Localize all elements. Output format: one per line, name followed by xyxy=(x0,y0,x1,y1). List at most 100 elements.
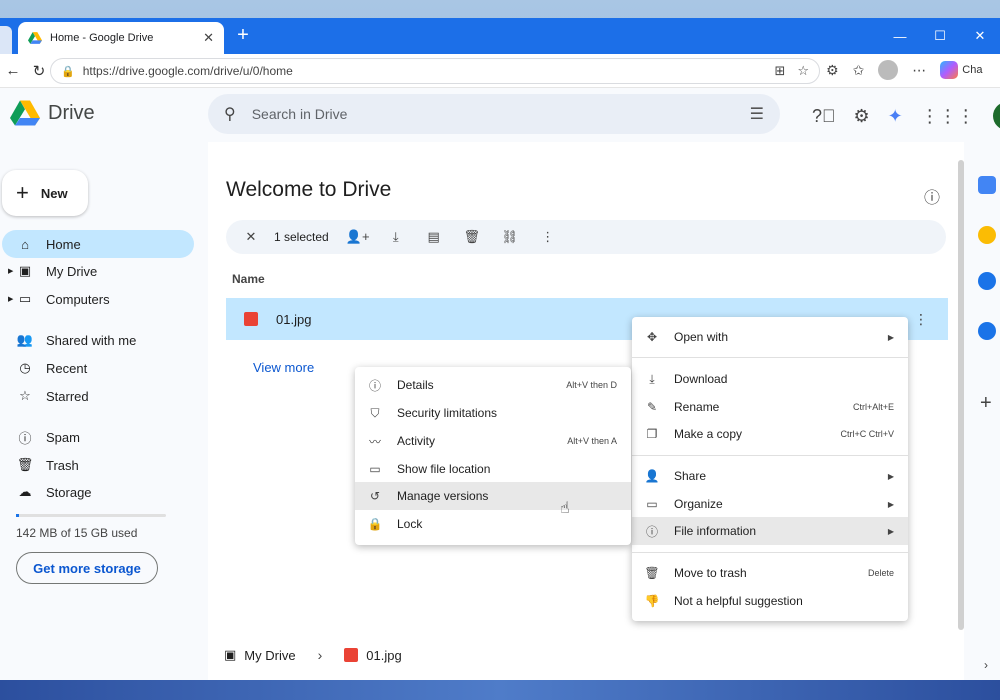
drive-logo-icon xyxy=(10,100,40,126)
sidebar-item-storage[interactable]: ☁ Storage xyxy=(2,478,194,506)
menu-item-rename[interactable]: ✎ Rename Ctrl+Alt+E xyxy=(632,393,908,421)
sidebar-item-label: Recent xyxy=(46,360,88,376)
get-more-storage-button[interactable]: Get more storage xyxy=(16,552,158,584)
close-window-icon[interactable]: ✕ xyxy=(960,28,1000,44)
submenu-item-details[interactable]: ⓘ Details Alt+V then D xyxy=(355,371,631,399)
sidebar-item-label: Storage xyxy=(46,484,92,500)
sidebar-item-starred[interactable]: ☆ Starred xyxy=(2,382,194,410)
tab-actions-button[interactable] xyxy=(0,26,12,54)
submenu-item-manage-versions[interactable]: ↺ Manage versions xyxy=(355,482,631,510)
submenu-item-activity[interactable]: 〰 Activity Alt+V then A xyxy=(355,427,631,455)
share-icon[interactable]: 👤+ xyxy=(343,229,373,245)
close-tab-icon[interactable]: ✕ xyxy=(203,30,214,46)
refresh-icon[interactable]: ↻ xyxy=(26,62,52,80)
search-options-icon[interactable]: ☰ xyxy=(750,104,764,124)
new-button[interactable]: + New xyxy=(2,170,88,216)
drive-logo[interactable]: Drive xyxy=(10,100,95,126)
settings-gear-icon[interactable]: ⚙ xyxy=(854,106,870,127)
menu-item-label: Show file location xyxy=(397,462,491,476)
maximize-icon[interactable]: ☐ xyxy=(920,28,960,44)
breadcrumb-file[interactable]: 01.jpg xyxy=(366,648,401,663)
submenu-item-security-limitations[interactable]: ⛉ Security limitations xyxy=(355,399,631,427)
file-name: 01.jpg xyxy=(276,311,312,327)
view-more-link[interactable]: View more xyxy=(253,360,314,375)
file-information-submenu: ⓘ Details Alt+V then D ⛉ Security limita… xyxy=(355,367,631,545)
shared-icon: 👥 xyxy=(16,332,34,347)
menu-item-open-with[interactable]: ✥ Open with ▶ xyxy=(632,323,908,351)
help-icon[interactable]: ?⃝ xyxy=(812,106,836,127)
trash-icon[interactable]: 🗑 xyxy=(457,229,487,245)
minimize-icon[interactable]: — xyxy=(880,29,920,44)
menu-item-label: File information xyxy=(674,524,757,538)
selection-toolbar: ✕ 1 selected 👤+ ⤓ ▤ 🗑 ⛓ ⋮ xyxy=(226,220,946,254)
trash-icon: 🗑 xyxy=(644,566,660,580)
submenu-item-show-file-location[interactable]: ▭ Show file location xyxy=(355,455,631,483)
download-icon[interactable]: ⤓ xyxy=(381,229,411,245)
menu-item-file-information[interactable]: ⓘ File information ▶ xyxy=(632,517,908,545)
favorite-star-icon[interactable]: ☆ xyxy=(797,63,809,79)
file-more-icon[interactable]: ⋮ xyxy=(914,311,928,328)
menu-item-not-helpful[interactable]: 👎 Not a helpful suggestion xyxy=(632,587,908,615)
sidebar-item-label: Computers xyxy=(46,291,110,307)
rename-pencil-icon: ✎ xyxy=(646,400,658,414)
more-options-icon[interactable]: ⋯ xyxy=(912,62,926,79)
menu-item-make-copy[interactable]: ❐ Make a copy Ctrl+C Ctrl+V xyxy=(632,420,908,448)
add-addon-icon[interactable]: + xyxy=(980,392,992,415)
submenu-arrow-icon: ▶ xyxy=(887,471,894,481)
user-avatar[interactable]: E xyxy=(992,102,1000,130)
submenu-item-lock[interactable]: 🔒 Lock xyxy=(355,510,631,538)
contacts-icon[interactable] xyxy=(978,322,996,340)
move-icon[interactable]: ▤ xyxy=(419,229,449,245)
menu-item-label: Details xyxy=(397,378,434,392)
sidebar-item-spam[interactable]: ⓘ Spam xyxy=(2,423,194,451)
profile-avatar[interactable] xyxy=(878,60,899,80)
keep-icon[interactable] xyxy=(978,226,996,244)
calendar-icon[interactable] xyxy=(978,176,996,194)
expand-caret-icon[interactable]: ▶ xyxy=(8,267,13,275)
menu-item-move-to-trash[interactable]: 🗑 Move to trash Delete xyxy=(632,559,908,587)
site-info-icon[interactable]: 🔒 xyxy=(61,65,75,78)
menu-shortcut: Alt+V then A xyxy=(567,436,617,446)
new-tab-button[interactable]: + xyxy=(232,24,254,46)
copy-link-icon[interactable]: ⛓ xyxy=(495,229,525,245)
plus-icon: + xyxy=(16,180,29,205)
menu-shortcut: Ctrl+C Ctrl+V xyxy=(840,429,894,439)
tasks-icon[interactable] xyxy=(978,272,996,290)
extensions-icon[interactable]: ⚙ xyxy=(826,62,839,79)
favorites-icon[interactable]: ✩ xyxy=(853,62,865,79)
menu-item-label: Share xyxy=(674,469,707,483)
info-icon[interactable]: ⓘ xyxy=(924,184,940,208)
address-bar-row: ← ↻ 🔒 https://drive.google.com/drive/u/0… xyxy=(0,54,1000,88)
new-label: New xyxy=(40,185,68,201)
menu-item-label: Move to trash xyxy=(674,566,747,580)
more-actions-icon[interactable]: ⋮ xyxy=(533,229,563,245)
breadcrumb-root[interactable]: My Drive xyxy=(244,648,295,663)
drive-favicon-icon xyxy=(28,32,42,44)
clear-selection-icon[interactable]: ✕ xyxy=(236,229,266,245)
sidebar-item-my-drive[interactable]: ▶ ▣ My Drive xyxy=(2,257,194,285)
sidebar-item-home[interactable]: ⌂ Home xyxy=(2,230,194,258)
menu-item-organize[interactable]: ▭ Organize ▶ xyxy=(632,490,908,518)
hide-panel-icon[interactable]: › xyxy=(984,658,988,672)
expand-caret-icon[interactable]: ▶ xyxy=(8,295,13,303)
tab-drive-home[interactable]: Home - Google Drive ✕ xyxy=(18,22,224,54)
sidebar-item-trash[interactable]: 🗑 Trash xyxy=(2,451,194,479)
back-icon[interactable]: ← xyxy=(0,62,26,79)
column-header-name[interactable]: Name xyxy=(232,272,265,286)
apps-grid-icon[interactable]: ⋮⋮⋮ xyxy=(921,106,975,127)
menu-item-download[interactable]: ⤓ Download xyxy=(632,365,908,393)
menu-item-label: Lock xyxy=(397,517,423,531)
sidebar-item-shared[interactable]: 👥 Shared with me xyxy=(2,326,194,354)
download-icon: ⤓ xyxy=(649,371,655,386)
sidebar-item-computers[interactable]: ▶ ▭ Computers xyxy=(2,285,194,313)
copilot-label: Cha xyxy=(962,64,983,76)
app-available-icon[interactable]: ⊞ xyxy=(774,63,785,79)
sidebar-item-recent[interactable]: ◷ Recent xyxy=(2,354,194,382)
address-bar[interactable]: 🔒 https://drive.google.com/drive/u/0/hom… xyxy=(50,58,820,84)
search-input[interactable]: ⚲ Search in Drive ☰ xyxy=(208,94,780,134)
chevron-right-icon: › xyxy=(317,647,323,663)
gemini-icon[interactable]: ✦ xyxy=(888,106,903,127)
sidebar: + New ⌂ Home ▶ ▣ My Drive ▶ ▭ Computers … xyxy=(0,142,208,680)
copilot-button[interactable]: Cha xyxy=(940,61,982,79)
menu-item-share[interactable]: 👤 Share ▶ xyxy=(632,462,908,490)
